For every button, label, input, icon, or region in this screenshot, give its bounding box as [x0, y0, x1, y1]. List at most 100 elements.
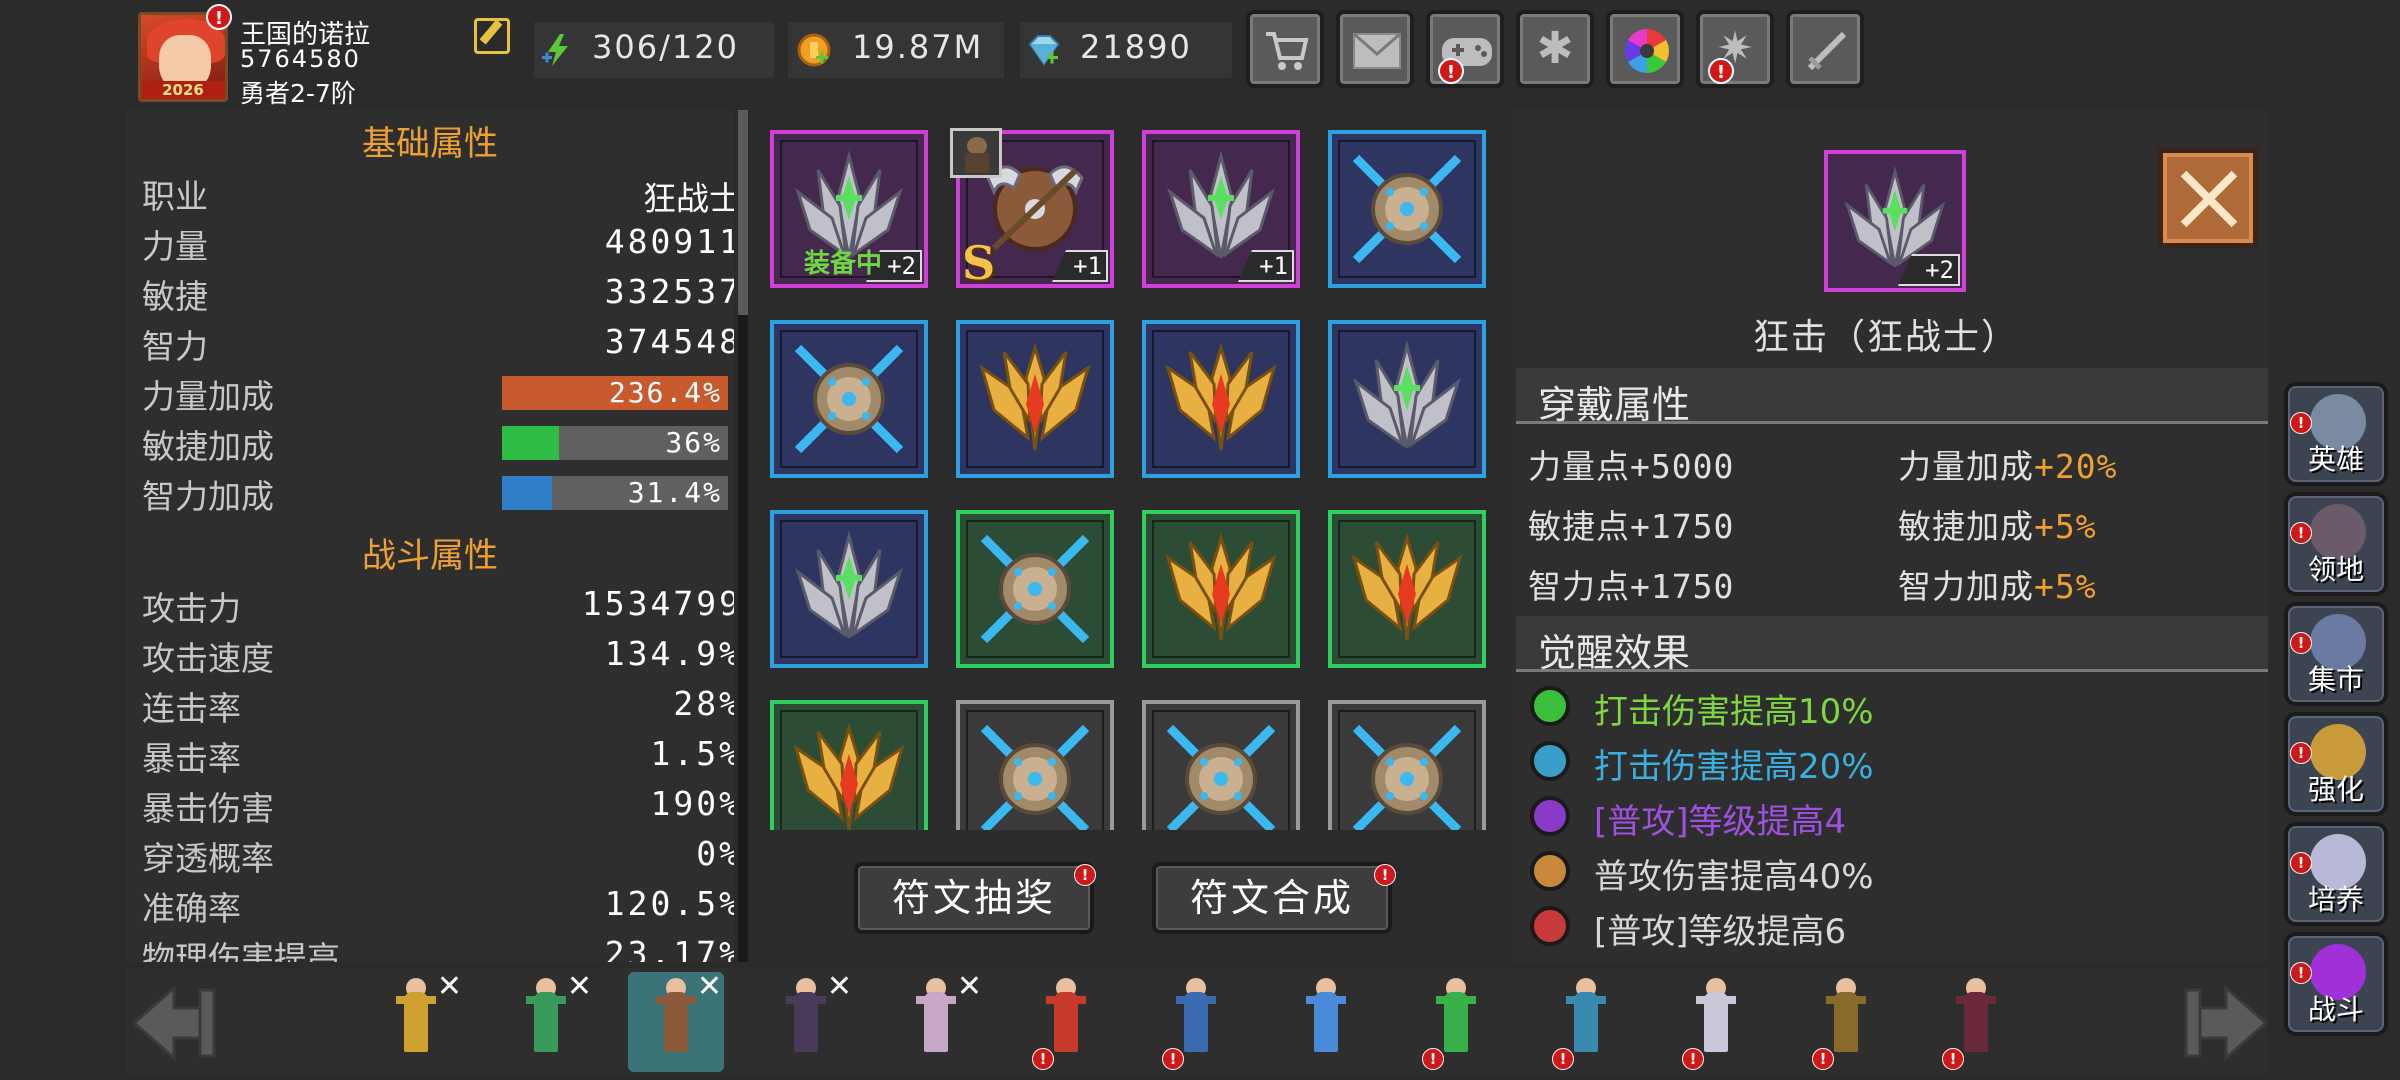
shop-cart-button[interactable] [1246, 10, 1324, 88]
rune-slot[interactable]: +2 装备中 [770, 130, 928, 288]
hero-portrait[interactable]: ✕ [498, 972, 594, 1072]
side-nav-gem-shield[interactable]: 强化 [2284, 712, 2388, 816]
rune-draw-button[interactable]: 符文抽奖 [854, 862, 1094, 934]
wear-agility-point: 敏捷点+1750 [1528, 500, 1734, 548]
cross-orb-rune-icon [980, 724, 1090, 830]
hero-portrait[interactable]: ! [1538, 972, 1634, 1072]
battle-button[interactable] [1786, 10, 1864, 88]
stat-value: 120.5% [604, 884, 734, 923]
hero-portrait[interactable]: ! [1928, 972, 2024, 1072]
side-nav-chalice[interactable]: 培养 [2284, 822, 2388, 926]
rune-slot[interactable] [1142, 700, 1300, 830]
rune-rank-label: S [962, 236, 996, 290]
awaken-title: 觉醒效果 [1538, 631, 1691, 675]
rune-slot[interactable] [956, 700, 1114, 830]
attribute-scroll-thumb[interactable] [738, 110, 748, 315]
wear-value: +1750 [1630, 507, 1735, 546]
rune-slot[interactable] [1142, 510, 1300, 668]
bar-fill [502, 476, 552, 510]
hero-portrait[interactable]: ✕ [628, 972, 724, 1072]
wear-strength-bonus: 力量加成+20% [1898, 440, 2117, 488]
awaken-dot-icon [1530, 686, 1570, 726]
rune-craft-alert-badge: ! [1374, 864, 1396, 886]
hero-portrait[interactable]: ! [1798, 972, 1894, 1072]
rune-draw-alert-badge: ! [1074, 864, 1096, 886]
hero-portrait[interactable] [1278, 972, 1374, 1072]
rune-slot[interactable] [956, 510, 1114, 668]
intellect-bonus-bar: 31.4% [502, 476, 728, 510]
rune-slot[interactable] [1328, 320, 1486, 478]
rune-slot[interactable]: +1 [1142, 130, 1300, 288]
combat-attr-title: 战斗属性 [362, 536, 498, 576]
flame-wing-rune-icon [1165, 532, 1277, 641]
flame-wing-rune-icon [1165, 342, 1277, 451]
mail-button[interactable] [1336, 10, 1414, 88]
stat-label: 力量 [142, 227, 208, 266]
stat-value: 374548 [604, 322, 734, 361]
edit-name-icon[interactable] [474, 18, 510, 54]
rune-slot[interactable] [956, 320, 1114, 478]
side-nav-helmet[interactable]: 英雄 [2284, 382, 2388, 486]
rune-craft-button[interactable]: 符文合成 [1152, 862, 1392, 934]
settings-button[interactable]: ✱ [1516, 10, 1594, 88]
rune-slot[interactable] [770, 510, 928, 668]
hero-alert-badge: ! [1942, 1048, 1964, 1070]
cross-orb-rune-icon [1352, 724, 1462, 830]
gold-coin-icon [797, 33, 831, 67]
cross-orb-rune-icon [794, 344, 904, 454]
color-wheel-button[interactable] [1606, 10, 1684, 88]
bar-value: 31.4% [627, 476, 722, 509]
rune-slot[interactable] [770, 700, 928, 830]
hero-portrait[interactable]: ! [1668, 972, 1764, 1072]
wear-value: +5% [2034, 507, 2097, 546]
dismiss-icon[interactable]: ✕ [567, 972, 592, 1002]
agility-bonus-bar: 36% [502, 426, 728, 460]
hero-arms [1436, 996, 1476, 1004]
prev-hero-arrow-icon[interactable] [130, 978, 220, 1068]
dismiss-icon[interactable]: ✕ [827, 972, 852, 1002]
hero-arms [1306, 996, 1346, 1004]
rune-grid[interactable]: +2 装备中 +1 S +1 [770, 130, 1504, 830]
stat-row-accuracy: 准确率 120.5% [142, 882, 734, 930]
gear-icon: ✱ [1536, 23, 1574, 74]
dismiss-icon[interactable]: ✕ [957, 972, 982, 1002]
side-nav-shop[interactable]: 集市 [2284, 602, 2388, 706]
side-nav-castle[interactable]: 领地 [2284, 492, 2388, 596]
side-nav-portal[interactable]: 战斗 [2284, 932, 2388, 1036]
dismiss-icon[interactable]: ✕ [437, 972, 462, 1002]
dismiss-icon[interactable]: ✕ [697, 972, 722, 1002]
stat-label: 连击率 [142, 689, 241, 728]
attribute-panel[interactable]: 基础属性 职业 狂战士 力量 480911 敏捷 332537 智力 37454… [126, 110, 734, 962]
hero-portrait[interactable]: ! [1018, 972, 1114, 1072]
stat-value: 狂战士 [643, 179, 734, 218]
close-button[interactable] [2158, 148, 2258, 248]
stat-row-penetration: 穿透概率 0% [142, 832, 734, 880]
rune-slot[interactable] [1328, 510, 1486, 668]
rune-slot[interactable] [1328, 700, 1486, 830]
sparkle-button[interactable]: ✷ [1696, 10, 1774, 88]
awaken-dot-icon [1530, 796, 1570, 836]
hero-arms [1696, 996, 1736, 1004]
side-nav-alert-badge: ! [2290, 412, 2312, 434]
hero-portrait[interactable]: ! [1408, 972, 1504, 1072]
hero-portrait[interactable]: ✕ [368, 972, 464, 1072]
avatar-year: 2026 [141, 81, 225, 99]
minigame-button[interactable] [1426, 10, 1504, 88]
rune-slot[interactable] [1328, 130, 1486, 288]
next-hero-arrow-icon[interactable] [2180, 978, 2270, 1068]
player-id: 5764580 [240, 45, 361, 73]
hero-alert-badge: ! [1422, 1048, 1444, 1070]
rune-slot[interactable] [770, 320, 928, 478]
stat-row-intellect: 智力 374548 [142, 320, 734, 368]
wear-value: +1750 [1630, 567, 1735, 606]
hero-portrait[interactable]: ! [1148, 972, 1244, 1072]
hero-portrait[interactable]: ✕ [758, 972, 854, 1072]
wear-label: 智力加成 [1898, 567, 2034, 606]
flame-wing-rune-icon [979, 342, 1091, 451]
wear-intellect-point: 智力点+1750 [1528, 560, 1734, 608]
hero-portrait[interactable]: ✕ [888, 972, 984, 1072]
stat-row-class: 职业 狂战士 [142, 170, 734, 218]
wear-strength-point: 力量点+5000 [1528, 440, 1734, 488]
rune-slot[interactable] [1142, 320, 1300, 478]
wear-value: +5000 [1630, 447, 1735, 486]
